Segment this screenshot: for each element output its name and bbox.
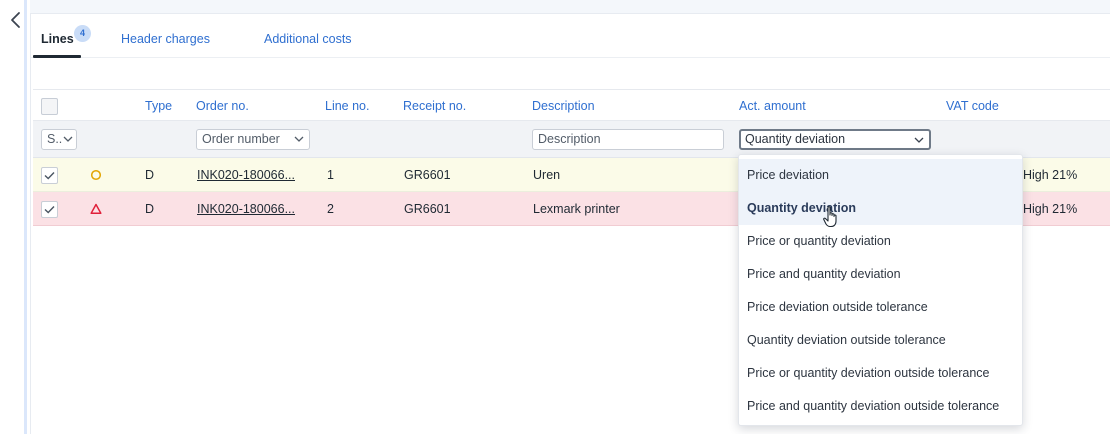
dropdown-option[interactable]: Price and quantity deviation outside tol… [739,390,1022,423]
chevron-down-icon [294,136,304,142]
row-line-no: 2 [327,202,334,216]
row-type: D [145,202,155,216]
top-band [30,0,1110,14]
row-vat-code: High 21% [1023,202,1078,216]
dropdown-option[interactable]: Price deviation outside tolerance [739,291,1022,324]
chevron-down-icon [914,137,924,143]
column-header-act-amount[interactable]: Act. amount [739,99,806,113]
row-checkbox[interactable] [41,201,58,218]
order-number-filter[interactable]: Order number [196,129,310,150]
row-receipt-no: GR6601 [404,202,451,216]
sidebar-edge [24,0,27,434]
check-icon [44,206,55,214]
dropdown-option[interactable]: Price deviation [739,159,1022,192]
column-header-vat-code[interactable]: VAT code [946,99,999,113]
lines-count-badge: 4 [74,25,91,42]
column-header-type[interactable]: Type [145,99,172,113]
row-order-no-link[interactable]: INK020-180066... [197,202,295,216]
dropdown-option[interactable]: Price or quantity deviation outside tole… [739,357,1022,390]
description-filter-input[interactable]: Description [532,129,724,150]
column-header-description[interactable]: Description [532,99,595,113]
dropdown-option[interactable]: Price or quantity deviation [739,225,1022,258]
column-header-line-no[interactable]: Line no. [325,99,369,113]
tab-additional-costs[interactable]: Additional costs [264,32,352,46]
chevron-down-icon [63,136,73,142]
dropdown-option[interactable]: Price and quantity deviation [739,258,1022,291]
triangle-warning-icon [90,203,102,214]
act-amount-filter-select[interactable]: Quantity deviation [739,129,931,150]
left-strip [0,0,30,434]
grid-header: Type Order no. Line no. Receipt no. Desc… [33,89,1110,121]
status-filter-value: S.. [47,132,63,146]
filter-row: S.. Order number Description Quantity de… [33,121,1110,158]
row-description: Lexmark printer [533,202,620,216]
column-header-order-no[interactable]: Order no. [196,99,249,113]
chevron-left-icon[interactable] [7,10,25,30]
order-number-filter-placeholder: Order number [202,132,280,146]
select-all-checkbox[interactable] [41,98,58,115]
check-icon [44,172,55,180]
act-amount-dropdown-menu: Price deviation Quantity deviation Price… [738,154,1023,426]
tab-bar: Lines 4 Header charges Additional costs [31,14,1110,58]
tab-lines[interactable]: Lines [41,32,74,46]
dropdown-option-selected[interactable]: Quantity deviation [739,192,1022,225]
row-vat-code: High 21% [1023,168,1078,182]
row-description: Uren [533,168,561,182]
column-header-receipt-no[interactable]: Receipt no. [403,99,466,113]
row-receipt-no: GR6601 [404,168,451,182]
row-line-no: 1 [327,168,334,182]
status-filter[interactable]: S.. [41,129,77,150]
hand-pointer-cursor-icon [823,206,837,228]
circle-icon [90,169,102,181]
active-tab-indicator [33,55,81,58]
description-filter-placeholder: Description [538,132,601,146]
tab-header-charges[interactable]: Header charges [121,32,210,46]
row-type: D [145,168,155,182]
dropdown-option[interactable]: Quantity deviation outside tolerance [739,324,1022,357]
row-order-no-link[interactable]: INK020-180066... [197,168,295,182]
act-amount-filter-value: Quantity deviation [745,132,846,146]
row-checkbox[interactable] [41,167,58,184]
